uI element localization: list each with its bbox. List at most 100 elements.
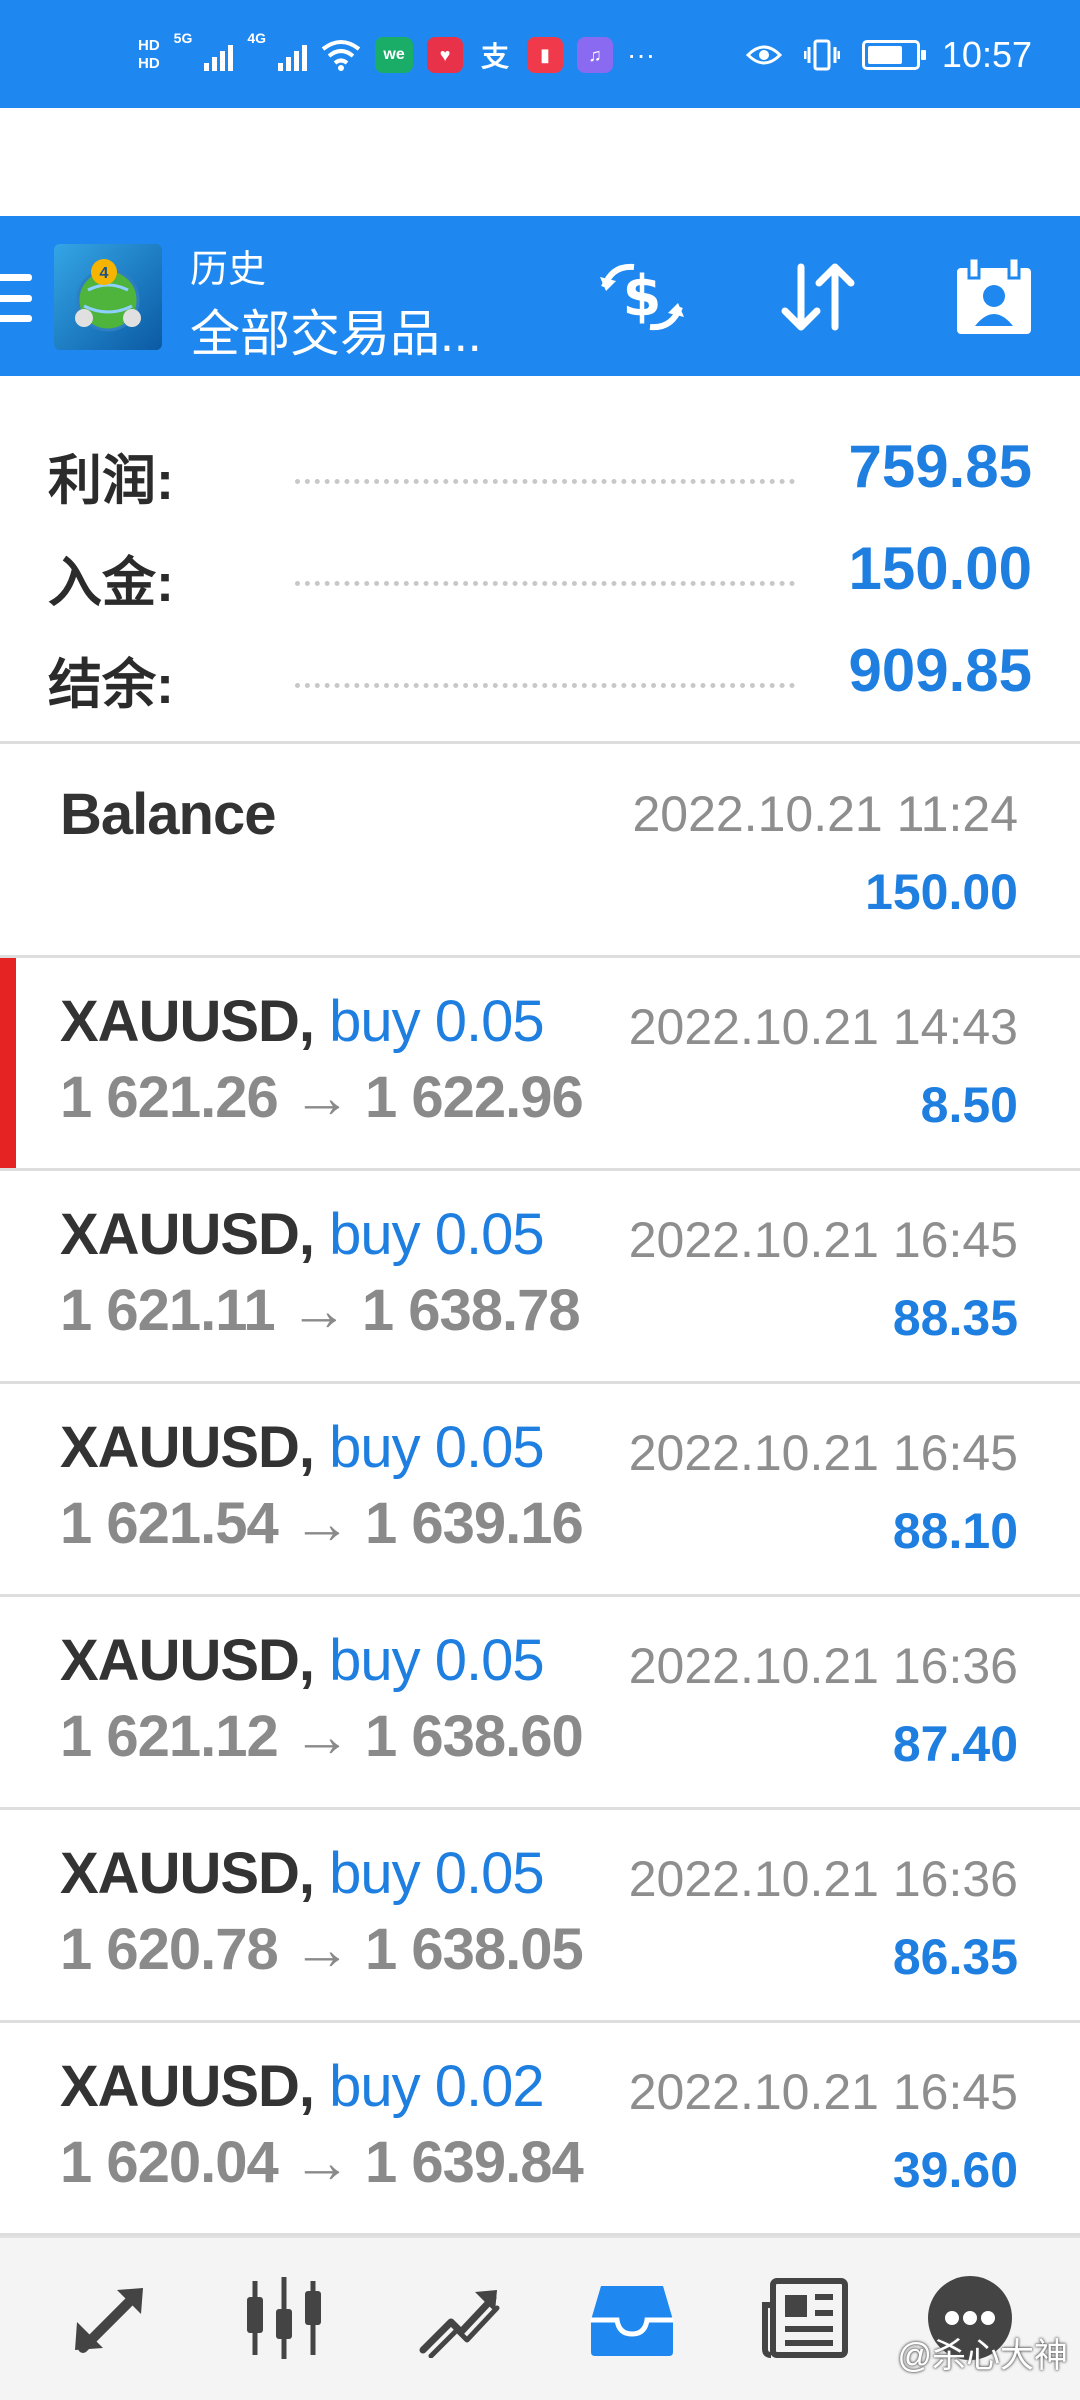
menu-icon[interactable] [0, 274, 32, 322]
profit-label: 利润: [48, 451, 174, 511]
deal-symbol-line: XAUUSD, buy 0.02 [60, 2053, 545, 2120]
sort-arrows-icon [781, 263, 855, 331]
deal-symbol-line: XAUUSD, buy 0.05 [60, 1414, 545, 1481]
deal-symbol: XAUUSD, [60, 1415, 315, 1480]
deal-symbol: XAUUSD, [60, 1628, 315, 1693]
summary-panel: 利润: 759.85 入金: 150.00 结余: 909.85 [0, 376, 1080, 744]
deal-row[interactable]: XAUUSD, buy 0.05 2022.10.21 16:36 1 620.78… [0, 1810, 1080, 2023]
deal-time: 2022.10.21 16:36 [628, 1851, 1018, 1907]
bottom-nav: @杀心大神 [0, 2236, 1080, 2400]
deal-symbol-line: XAUUSD, buy 0.05 [60, 1201, 545, 1268]
nav-trade[interactable] [408, 2268, 508, 2368]
deal-open-price: 1 621.12 [60, 1704, 279, 1769]
nav-news[interactable] [756, 2268, 856, 2368]
battery-icon [861, 40, 926, 70]
spacer [0, 108, 1080, 216]
deal-row[interactable]: XAUUSD, buy 0.05 2022.10.21 16:45 1 621.54… [0, 1384, 1080, 1597]
nav-chart[interactable] [234, 2268, 334, 2368]
deal-profit: 86.35 [892, 1929, 1018, 1985]
deal-row[interactable]: XAUUSD, buy 0.05 2022.10.21 16:45 1 621.11… [0, 1171, 1080, 1384]
deal-time: 2022.10.21 14:43 [628, 999, 1018, 1055]
alipay-app-icon: 支 [481, 41, 510, 72]
deal-close-price: 1 638.78 [361, 1278, 581, 1343]
dotted-leader [295, 581, 795, 586]
hd-2-label: HD [138, 55, 160, 72]
status-time: 10:57 [941, 34, 1032, 75]
deal-row[interactable]: XAUUSD, buy 0.05 2022.10.21 14:43 1 621.26… [0, 958, 1080, 1171]
hd-indicators: HD HD [138, 37, 160, 73]
date-range-button[interactable] [944, 252, 1044, 342]
watermark-text: @杀心大神 [897, 2337, 1068, 2375]
nav-quotes[interactable] [60, 2268, 160, 2368]
deal-side-volume: buy 0.05 [329, 1202, 545, 1267]
nav-history[interactable] [582, 2268, 682, 2368]
summary-balance-row: 结余: 909.85 [0, 626, 1080, 716]
svg-text:4: 4 [100, 265, 109, 282]
deal-close-price: 1 639.84 [365, 2130, 584, 2195]
sim2-network-label: 4G [247, 30, 267, 46]
hd-1-label: HD [138, 37, 160, 54]
vibrate-icon [803, 39, 840, 71]
deal-row[interactable]: XAUUSD, buy 0.02 2022.10.21 16:45 1 620.04… [0, 2023, 1080, 2236]
deal-symbol-line: XAUUSD, buy 0.05 [60, 1627, 545, 1694]
deal-side-volume: buy 0.05 [329, 989, 545, 1054]
arrow-right-icon: → [292, 1491, 351, 1556]
deal-prices: 1 621.11 → 1 638.78 [60, 1277, 581, 1344]
deal-close-price: 1 638.05 [365, 1917, 584, 1982]
deal-open-price: 1 621.26 [60, 1065, 279, 1130]
deposit-withdraw-button[interactable]: $ [592, 252, 692, 342]
wechat-app-icon: we [375, 37, 414, 73]
app-logo[interactable]: 4 [54, 244, 162, 350]
deal-row[interactable]: XAUUSD, buy 0.05 2022.10.21 16:36 1 621.12… [0, 1597, 1080, 1810]
deposit-value: 150.00 [848, 535, 1032, 602]
deal-open-price: 1 620.78 [60, 1917, 279, 1982]
balance-entry[interactable]: Balance 2022.10.21 11:24 150.00 [0, 745, 1080, 958]
status-right: 10:57 [745, 30, 1032, 80]
deposit-label: 入金: [48, 553, 174, 613]
deal-symbol: XAUUSD, [60, 1841, 315, 1906]
deal-side-volume: buy 0.02 [329, 2054, 545, 2119]
deal-side-volume: buy 0.05 [329, 1415, 545, 1480]
toolbar: 4 历史 全部交易品... $ [0, 216, 1080, 376]
deal-prices: 1 620.04 → 1 639.84 [60, 2129, 584, 2196]
selected-marker [0, 958, 16, 1168]
deal-prices: 1 621.54 → 1 639.16 [60, 1490, 584, 1557]
music-app-icon: ♫ [577, 37, 614, 73]
deal-time: 2022.10.21 16:36 [628, 1638, 1018, 1694]
balance-entry-amount: 150.00 [865, 864, 1018, 920]
arrow-right-icon: → [292, 2130, 351, 2195]
eye-icon [745, 45, 782, 65]
heart-app-icon: ♥ [427, 37, 464, 73]
symbol-filter-title[interactable]: 全部交易品... [190, 294, 482, 366]
dotted-leader [295, 479, 795, 484]
dotted-leader [295, 683, 795, 688]
deal-prices: 1 620.78 → 1 638.05 [60, 1916, 584, 1983]
deal-symbol-line: XAUUSD, buy 0.05 [60, 1840, 545, 1907]
deal-close-price: 1 638.60 [365, 1704, 584, 1769]
globe-logo-icon: 4 [75, 259, 141, 332]
sort-button[interactable] [768, 252, 868, 342]
deal-profit: 88.35 [892, 1290, 1018, 1346]
arrow-right-icon: → [292, 1065, 351, 1130]
deal-time: 2022.10.21 16:45 [628, 1212, 1018, 1268]
deal-symbol: XAUUSD, [60, 2054, 315, 2119]
arrow-right-icon: → [292, 1917, 351, 1982]
balance-entry-time: 2022.10.21 11:24 [632, 786, 1018, 842]
deal-open-price: 1 621.54 [60, 1491, 279, 1556]
deal-close-price: 1 639.16 [365, 1491, 584, 1556]
profit-value: 759.85 [848, 433, 1032, 500]
deal-profit: 88.10 [892, 1503, 1018, 1559]
deal-profit: 8.50 [920, 1077, 1018, 1133]
status-left: HD HD 5G 4G we ♥ 支 ▮ ♫ ··· [138, 30, 655, 80]
chart-icon [247, 2277, 321, 2359]
dollar-exchange-icon: $ [600, 263, 684, 331]
balance-value: 909.85 [848, 637, 1032, 704]
status-bar: HD HD 5G 4G we ♥ 支 ▮ ♫ ··· 10:57 [0, 0, 1080, 108]
svg-text:$: $ [623, 264, 662, 329]
wifi-icon [321, 40, 361, 71]
signal-1-icon [204, 39, 234, 71]
history-icon [591, 2286, 673, 2356]
deal-symbol: XAUUSD, [60, 989, 315, 1054]
balance-entry-title: Balance [60, 782, 276, 847]
sim1-network-label: 5G [173, 30, 193, 46]
